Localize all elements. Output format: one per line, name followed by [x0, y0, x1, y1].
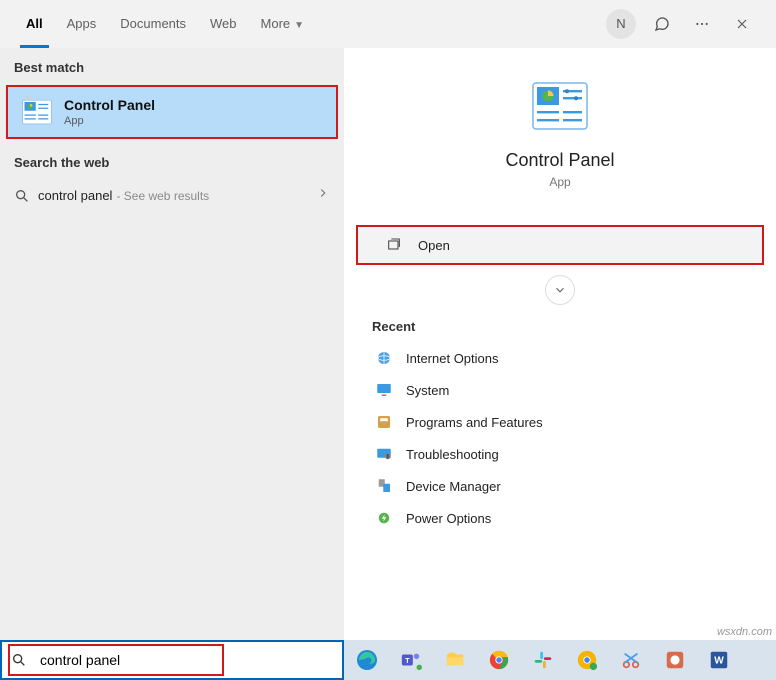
recent-list: Internet Options System Programs and Fea…	[344, 342, 776, 534]
system-icon	[372, 380, 396, 400]
recent-item-label: Device Manager	[406, 479, 501, 494]
search-icon	[2, 652, 36, 668]
chevron-down-icon: ▼	[294, 20, 304, 31]
taskbar-app-icon[interactable]	[662, 647, 688, 673]
tab-more[interactable]: More▼	[249, 0, 317, 48]
recent-item-system[interactable]: System	[372, 374, 748, 406]
taskbar-explorer-icon[interactable]	[442, 647, 468, 673]
open-label: Open	[418, 238, 450, 253]
programs-icon	[372, 412, 396, 432]
close-icon[interactable]	[726, 8, 758, 40]
results-pane: Best match Control Panel App	[0, 48, 344, 640]
tab-all[interactable]: All	[14, 0, 55, 48]
best-match-title: Control Panel	[64, 97, 155, 113]
filter-tabs: All Apps Documents Web More▼ N	[0, 0, 776, 48]
expand-actions-button[interactable]	[545, 275, 575, 305]
tab-documents[interactable]: Documents	[108, 0, 198, 48]
main: Best match Control Panel App	[0, 48, 776, 640]
recent-item-label: Troubleshooting	[406, 447, 499, 462]
search-box[interactable]	[0, 640, 344, 680]
web-query-text: control panel	[38, 188, 112, 203]
recent-item-label: Internet Options	[406, 351, 499, 366]
device-manager-icon	[372, 476, 396, 496]
taskbar-chrome-icon[interactable]	[486, 647, 512, 673]
taskbar-chrome-beta-icon[interactable]	[574, 647, 600, 673]
internet-options-icon	[372, 348, 396, 368]
svg-text:T: T	[405, 656, 410, 665]
search-input[interactable]	[36, 642, 342, 678]
recent-item-troubleshooting[interactable]: Troubleshooting	[372, 438, 748, 470]
search-web-label: Search the web	[0, 143, 344, 176]
preview-title: Control Panel	[505, 150, 614, 171]
svg-text:W: W	[714, 656, 724, 667]
chevron-right-icon	[316, 186, 330, 205]
recent-item-label: Programs and Features	[406, 415, 543, 430]
watermark: wsxdn.com	[717, 626, 772, 638]
recent-item-power-options[interactable]: Power Options	[372, 502, 748, 534]
recent-label: Recent	[344, 313, 776, 342]
best-match-subtitle: App	[64, 115, 155, 127]
user-avatar[interactable]: N	[606, 9, 636, 39]
preview-header: Control Panel App	[344, 66, 776, 201]
taskbar-slack-icon[interactable]	[530, 647, 556, 673]
taskbar-word-icon[interactable]: W	[706, 647, 732, 673]
control-panel-icon	[22, 97, 52, 127]
feedback-icon[interactable]	[646, 8, 678, 40]
bottom-bar: T W	[0, 640, 776, 680]
taskbar: T W	[344, 640, 776, 680]
preview-pane: Control Panel App Open Recent Internet O…	[344, 48, 776, 640]
taskbar-edge-icon[interactable]	[354, 647, 380, 673]
web-search-result[interactable]: control panel - See web results	[0, 176, 344, 215]
tab-web[interactable]: Web	[198, 0, 249, 48]
recent-item-label: System	[406, 383, 449, 398]
web-query-suffix: - See web results	[116, 189, 209, 203]
taskbar-teams-icon[interactable]: T	[398, 647, 424, 673]
troubleshooting-icon	[372, 444, 396, 464]
taskbar-snip-icon[interactable]	[618, 647, 644, 673]
best-match-label: Best match	[0, 48, 344, 81]
preview-subtitle: App	[549, 175, 570, 189]
power-options-icon	[372, 508, 396, 528]
open-button[interactable]: Open	[356, 225, 764, 265]
tab-apps[interactable]: Apps	[55, 0, 109, 48]
open-icon	[386, 237, 408, 253]
search-icon	[14, 188, 38, 204]
recent-item-internet-options[interactable]: Internet Options	[372, 342, 748, 374]
tab-more-label: More	[261, 16, 291, 31]
recent-item-device-manager[interactable]: Device Manager	[372, 470, 748, 502]
control-panel-icon-large	[532, 82, 588, 130]
recent-item-programs-features[interactable]: Programs and Features	[372, 406, 748, 438]
recent-item-label: Power Options	[406, 511, 491, 526]
best-match-result[interactable]: Control Panel App	[6, 85, 338, 139]
more-options-icon[interactable]	[686, 8, 718, 40]
